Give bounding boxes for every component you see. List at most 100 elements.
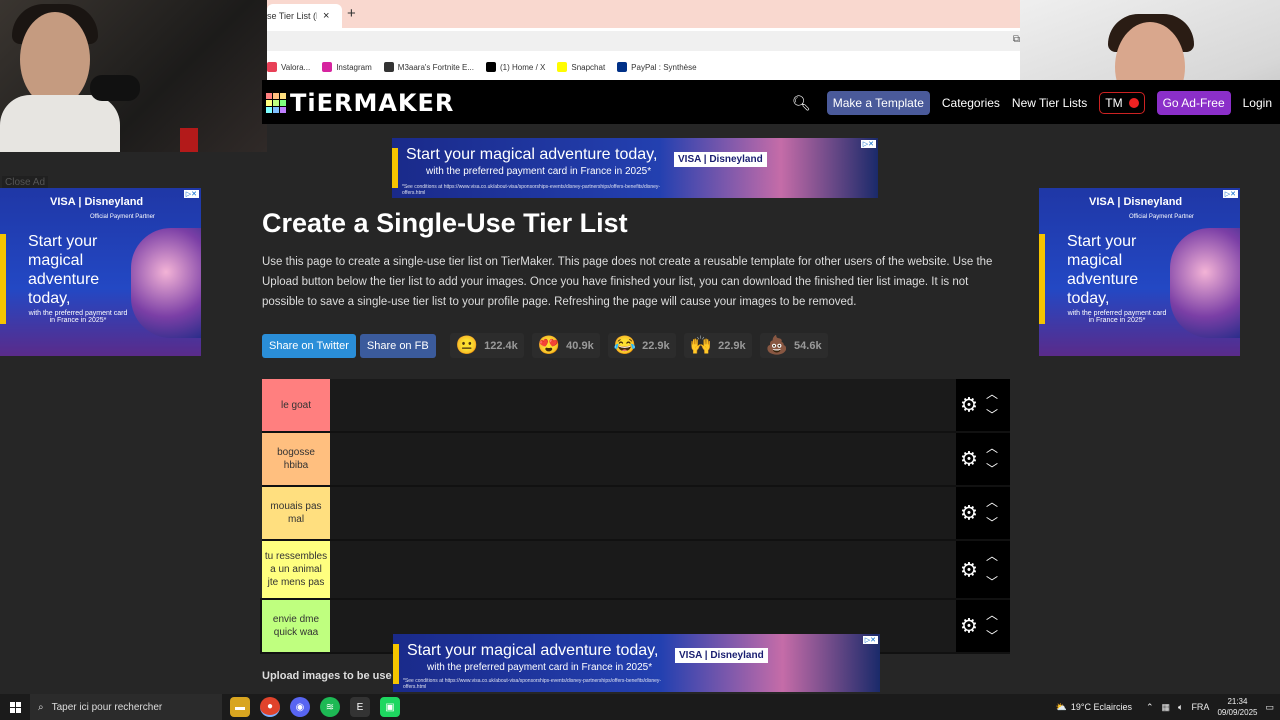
top-banner-ad[interactable]: Start your magical adventure today, with… <box>392 138 878 198</box>
chevron-up-icon[interactable]: ︿ <box>986 385 998 402</box>
browser-tab[interactable]: se Tier List (Pl × <box>267 4 342 28</box>
bookmark-item[interactable]: Valora... <box>267 62 310 72</box>
system-tray: ⛅ 19°C Eclaircies ⌃ ▦ 🔈︎ FRA 21:34 09/09… <box>1056 694 1280 720</box>
file-explorer-icon[interactable]: ▬ <box>230 697 250 717</box>
bookmark-label: PayPal : Synthèse <box>631 62 697 72</box>
page-description: Use this page to create a single-use tie… <box>262 256 993 308</box>
chevron-down-icon[interactable]: ﹀ <box>986 573 998 590</box>
chrome-icon[interactable]: ● <box>260 697 280 717</box>
reaction-count: 22.9k <box>642 339 670 352</box>
tier-drop-zone[interactable] <box>330 379 956 431</box>
share-facebook-button[interactable]: Share on FB <box>359 333 436 358</box>
reaction-count: 40.9k <box>566 339 594 352</box>
spotify-icon[interactable]: ≋ <box>320 697 340 717</box>
address-bar[interactable] <box>267 31 1020 51</box>
gear-icon[interactable]: ⚙ <box>960 614 978 639</box>
bookmark-item[interactable]: PayPal : Synthèse <box>617 62 697 72</box>
weather-widget[interactable]: ⛅ 19°C Eclaircies <box>1056 702 1132 713</box>
site-header: TiERMAKER 🔍︎ Make a Template Categories … <box>262 80 1280 124</box>
reaction-button[interactable]: 🙌 22.9k <box>683 333 752 358</box>
ad-choices-icon[interactable]: ▷✕ <box>1222 190 1238 198</box>
ad-fineprint: *See conditions at https://www.visa.co.u… <box>403 678 662 690</box>
chevron-down-icon[interactable]: ﹀ <box>986 627 998 644</box>
gear-icon[interactable]: ⚙ <box>960 557 978 582</box>
network-icon[interactable]: ▦ <box>1162 702 1171 713</box>
language-indicator[interactable]: FRA <box>1191 702 1209 712</box>
share-twitter-button[interactable]: Share on Twitter <box>262 333 356 358</box>
chevron-up-icon[interactable]: ︿ <box>986 493 998 510</box>
bookmark-item[interactable]: Instagram <box>322 62 372 72</box>
ad-headline: Start your magical adventure today, <box>28 233 100 307</box>
raised-hands-icon: 🙌 <box>689 335 713 355</box>
gear-icon[interactable]: ⚙ <box>960 393 978 418</box>
bookmark-item[interactable]: (1) Home / X <box>486 62 545 72</box>
ad-headline: Start your magical adventure today, <box>406 146 658 163</box>
logo-grid-icon <box>266 93 286 113</box>
tier-label[interactable]: le goat <box>262 379 330 431</box>
reaction-count: 122.4k <box>484 339 518 352</box>
tiermaker-logo[interactable]: TiERMAKER <box>266 89 454 117</box>
tier-label[interactable]: bogosse hbiba <box>262 433 330 485</box>
paypal-icon <box>617 62 628 72</box>
app-icon[interactable]: ▣ <box>380 697 400 717</box>
clock-time: 21:34 <box>1227 697 1248 706</box>
ad-choices-icon[interactable]: ▷✕ <box>862 636 878 644</box>
taskbar-search[interactable]: ⌕ Taper ici pour rechercher <box>30 694 222 720</box>
clock[interactable]: 21:34 09/09/2025 <box>1217 696 1257 718</box>
make-template-button[interactable]: Make a Template <box>826 91 930 115</box>
chevron-down-icon[interactable]: ﹀ <box>986 514 998 531</box>
new-tier-lists-link[interactable]: New Tier Lists <box>1012 96 1087 110</box>
reaction-button[interactable]: 😐 122.4k <box>449 333 524 358</box>
chevron-up-icon[interactable]: ︿ <box>986 439 998 456</box>
reaction-button[interactable]: 💩 54.6k <box>759 333 828 358</box>
bookmark-label: Snapchat <box>571 62 606 72</box>
bookmark-item[interactable]: M3aara's Fortnite E... <box>383 62 474 72</box>
fortnite-icon <box>383 62 394 72</box>
tab-close-icon[interactable]: × <box>323 10 329 22</box>
tier-drop-zone[interactable] <box>330 433 956 485</box>
tier-drop-zone[interactable] <box>330 541 956 598</box>
snapchat-icon <box>557 62 568 72</box>
bottom-banner-ad[interactable]: Start your magical adventure today, with… <box>393 634 880 692</box>
left-side-ad[interactable]: VISA | Disneyland Official Payment Partn… <box>0 188 201 356</box>
tray-chevron-icon[interactable]: ⌃ <box>1146 702 1154 713</box>
ad-choices-icon[interactable]: ▷✕ <box>860 140 876 148</box>
address-row: ⧉ <box>267 28 1020 54</box>
categories-link[interactable]: Categories <box>942 96 1000 110</box>
extension-icon[interactable]: ⧉ <box>1013 34 1020 45</box>
chevron-up-icon[interactable]: ︿ <box>986 547 998 564</box>
gear-icon[interactable]: ⚙ <box>960 447 978 472</box>
ad-subline: with the preferred payment card in Franc… <box>1067 310 1167 324</box>
tier-row: tu ressembles a un animal jte mens pas ⚙ ︿… <box>262 541 1010 600</box>
chevron-down-icon[interactable]: ﹀ <box>986 460 998 477</box>
start-button[interactable] <box>0 694 30 720</box>
tier-label[interactable]: envie dme quick waa <box>260 598 332 654</box>
ad-choices-icon[interactable]: ▷✕ <box>183 190 199 198</box>
chevron-down-icon[interactable]: ﹀ <box>986 406 998 423</box>
go-ad-free-button[interactable]: Go Ad-Free <box>1156 91 1231 115</box>
right-side-ad[interactable]: VISA | Disneyland Official Payment Partn… <box>1039 188 1240 356</box>
search-icon[interactable]: 🔍︎ <box>792 94 811 112</box>
discord-icon[interactable]: ◉ <box>290 697 310 717</box>
ad-subline: with the preferred payment card in Franc… <box>427 662 653 673</box>
nav-items: 🔍︎ Make a Template Categories New Tier L… <box>792 91 1272 115</box>
tier-drop-zone[interactable] <box>330 487 956 539</box>
gear-icon[interactable]: ⚙ <box>960 501 978 526</box>
epic-games-icon[interactable]: E <box>350 697 370 717</box>
bookmark-item[interactable]: Snapchat <box>557 62 605 72</box>
chevron-up-icon[interactable]: ︿ <box>986 606 998 623</box>
laughing-icon: 😂 <box>613 335 637 355</box>
ad-headline: Start your magical adventure today, <box>1067 233 1139 307</box>
tier-label[interactable]: tu ressembles a un animal jte mens pas <box>262 541 330 598</box>
reaction-button[interactable]: 😍 40.9k <box>531 333 600 358</box>
login-link[interactable]: Login <box>1243 96 1272 110</box>
tier-controls: ⚙ ︿ ﹀ <box>956 541 1010 598</box>
new-tab-icon[interactable]: + <box>347 5 356 22</box>
reaction-button[interactable]: 😂 22.9k <box>607 333 676 358</box>
weather-text: 19°C Eclaircies <box>1070 702 1132 712</box>
tiermaker-live-button[interactable]: TM <box>1099 92 1145 114</box>
tier-label[interactable]: mouais pas mal <box>262 487 330 539</box>
tier-controls: ⚙ ︿ ﹀ <box>956 487 1010 539</box>
notifications-icon[interactable]: ▭ <box>1265 702 1274 713</box>
speaker-icon[interactable]: 🔈︎ <box>1178 702 1183 713</box>
